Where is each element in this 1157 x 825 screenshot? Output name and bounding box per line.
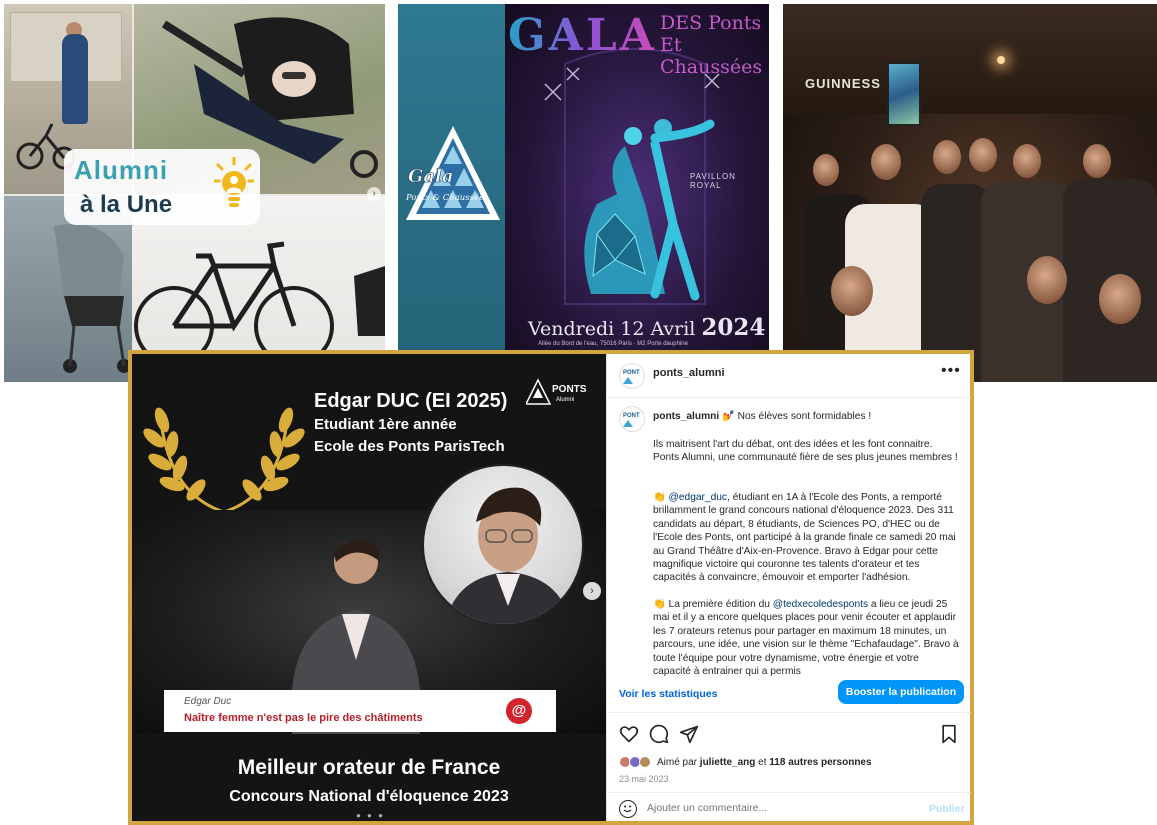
gala-poster-image: GALA DES Ponts Et Chaussées Gala Ponts &… <box>398 4 769 350</box>
post-side-panel: PONT ponts_alumni ••• PONT ponts_alumni … <box>606 354 971 821</box>
post-username[interactable]: ponts_alumni <box>653 367 725 379</box>
liked-user[interactable]: juliette_ang <box>700 757 756 768</box>
lightbulb-icon <box>214 157 254 207</box>
caption-intro: ponts_alumni 💅 Nos élèves sont formidabl… <box>653 410 959 423</box>
heart-icon[interactable] <box>619 724 639 744</box>
caption-intro-text: 💅 Nos élèves sont formidables ! <box>722 411 872 422</box>
gala-subtitle-1: DES Ponts <box>660 12 762 34</box>
person-face <box>871 144 901 180</box>
caption-avatar[interactable]: PONT <box>619 406 645 432</box>
logo-subtext: Alumni <box>556 397 574 403</box>
person-face <box>1099 274 1141 324</box>
avatar-logo-icon: PONT <box>623 370 640 376</box>
logo-text: PONTS <box>552 384 587 395</box>
post-date: 23 mai 2023 <box>619 774 669 784</box>
gala-venue: PAVILLON ROYAL <box>690 172 736 190</box>
lamp <box>997 56 1005 64</box>
liked-count[interactable]: 118 autres personnes <box>769 757 871 768</box>
post-image-subtitle: Concours National d'éloquence 2023 <box>229 788 509 805</box>
bar-wall <box>783 4 1157 114</box>
video-caption-bar: Edgar Duc Naître femme n'est pas le pire… <box>164 690 556 732</box>
badge-line1: Alumni <box>74 155 169 185</box>
person-face <box>969 138 997 172</box>
alumni-badge: Alumni à la Une <box>64 149 260 225</box>
post-image-line2: Etudiant 1ère année <box>314 416 457 433</box>
avatar-logo-icon: PONT <box>623 413 640 419</box>
likes-summary: Aimé par juliette_ang et 118 autres pers… <box>657 757 872 768</box>
caption-username[interactable]: ponts_alumni <box>653 411 719 422</box>
boost-post-button[interactable]: Booster la publication <box>838 680 964 704</box>
post-image-title: Meilleur orateur de France <box>237 756 501 779</box>
smiley-icon <box>623 805 632 813</box>
caption-paragraph-2-text: , étudiant en 1A à l'Ecole des Ponts, a … <box>653 492 956 584</box>
avatar-triangle-icon <box>623 377 633 384</box>
caption-paragraph-3-pre: La première édition du <box>668 599 773 610</box>
person-face <box>1083 144 1111 178</box>
caption-paragraph-3-text: a lieu ce jeudi 25 mai et il y a encore … <box>653 599 959 678</box>
caption-paragraph-1: Ils maitrisent l'art du débat, ont des i… <box>653 439 958 464</box>
emoji-picker-icon[interactable] <box>619 800 637 818</box>
person-face <box>813 154 839 186</box>
gala-subtitle-2: Et Chaussées <box>660 34 763 78</box>
party-photo: GUINNESS <box>783 4 1157 382</box>
channel-logo-icon: @ <box>506 698 532 724</box>
alumni-a-la-une-image: Alumni à la Une › <box>4 4 385 382</box>
post-header: PONT ponts_alumni ••• <box>607 354 971 398</box>
comment-input[interactable] <box>647 802 907 814</box>
comment-icon[interactable] <box>649 724 669 744</box>
carousel-next-icon[interactable]: › <box>583 582 601 600</box>
caption-speaker: Edgar Duc <box>184 696 232 707</box>
divider <box>607 792 971 793</box>
avatar[interactable]: PONT <box>619 363 645 389</box>
instagram-post: Edgar DUC (EI 2025) Etudiant 1ère année … <box>128 350 974 825</box>
carousel-next-icon[interactable]: › <box>367 187 381 201</box>
post-media[interactable]: Edgar DUC (EI 2025) Etudiant 1ère année … <box>132 354 606 821</box>
speaker-portrait-icon <box>444 487 572 624</box>
laurel-wreath-icon <box>143 407 305 514</box>
mention-tedxecoledesponts[interactable]: @tedxecoledesponts <box>773 599 868 610</box>
gala-logo-text: Gala <box>408 166 454 187</box>
liked-prefix: Aimé par <box>657 757 700 768</box>
caption-paragraph-2: 👏 @edgar_duc, étudiant en 1A à l'Ecole d… <box>653 491 959 585</box>
gala-title: GALA <box>508 10 657 61</box>
ponts-alumni-logo-icon: PONTS Alumni <box>526 378 587 405</box>
caption-paragraph-3: 👏 La première édition du @tedxecoledespo… <box>653 598 959 678</box>
person-face <box>1013 144 1041 178</box>
bookmark-icon[interactable] <box>939 724 959 744</box>
post-image-line3: Ecole des Ponts ParisTech <box>314 438 505 455</box>
gala-logo-icon: Gala Ponts & Chaussées <box>405 126 500 220</box>
divider <box>607 712 971 713</box>
clap-emoji-icon: 👏 <box>653 492 666 503</box>
mention-edgar-duc[interactable]: @edgar_duc <box>669 492 728 503</box>
speaker-portrait <box>422 464 584 626</box>
gala-address: Allée du Bord de l'eau, 75016 Paris · M2… <box>538 341 688 347</box>
wall-poster <box>887 62 921 126</box>
view-insights-link[interactable]: Voir les statistiques <box>619 688 717 700</box>
liker-avatar <box>639 756 651 768</box>
liked-mid: et <box>755 757 770 768</box>
post-image-name: Edgar DUC (EI 2025) <box>314 390 508 412</box>
gala-date: Vendredi 12 Avril 2024 <box>528 314 765 341</box>
gala-date-day: Vendredi 12 Avril <box>528 318 696 340</box>
carousel-dots-icon: ● ● ● <box>356 811 385 820</box>
publish-button[interactable]: Publier <box>929 803 965 815</box>
badge-line2: à la Une <box>80 191 173 218</box>
avatar-triangle-icon <box>623 420 633 427</box>
person <box>62 34 88 124</box>
gala-date-year: 2024 <box>701 314 766 341</box>
person-face <box>1027 256 1067 304</box>
clap-emoji-icon: 👏 <box>653 599 666 610</box>
post-caption-area: PONT ponts_alumni 💅 Nos élèves sont form… <box>607 398 971 678</box>
person-face <box>933 140 961 174</box>
stroller-2-icon <box>54 224 131 373</box>
collage: Alumni à la Une › GALA DES Ponts Et Chau… <box>0 0 1157 825</box>
person-face <box>831 266 873 316</box>
more-options-icon[interactable]: ••• <box>941 362 961 380</box>
caption-quote: Naître femme n'est pas le pire des châti… <box>184 712 423 724</box>
share-icon[interactable] <box>679 724 699 744</box>
guinness-sign: GUINNESS <box>805 76 881 91</box>
gala-logo-subtext: Ponts & Chaussées <box>405 192 489 203</box>
